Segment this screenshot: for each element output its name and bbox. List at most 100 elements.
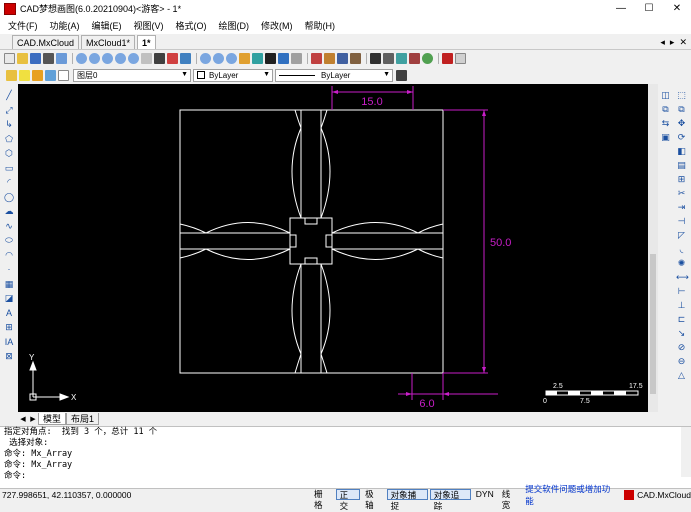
mirror-icon[interactable]: ⇆ — [660, 118, 671, 129]
layer-props-icon[interactable] — [6, 69, 17, 81]
stretch-icon[interactable]: ▤ — [676, 160, 687, 171]
command-prompt[interactable]: 命令: — [0, 471, 691, 482]
join-icon[interactable]: ⊢ — [676, 286, 687, 297]
tab-drawing-1[interactable]: 1* — [137, 35, 156, 49]
zoom-out-icon[interactable] — [102, 53, 113, 64]
tab-close-icon[interactable]: ✕ — [679, 37, 687, 48]
polyline-icon[interactable]: ⬡ — [4, 148, 15, 159]
leader-icon[interactable]: ↘ — [676, 328, 687, 339]
vertical-scrollbar[interactable] — [648, 84, 658, 412]
block-icon[interactable] — [311, 53, 322, 64]
menu-file[interactable]: 文件(F) — [8, 19, 38, 32]
maximize-button[interactable]: ☐ — [635, 0, 663, 17]
offset-icon[interactable]: ▣ — [660, 132, 671, 143]
pan-icon[interactable] — [141, 53, 152, 64]
revision-cloud-icon[interactable]: ☁ — [4, 206, 15, 217]
otrack-toggle[interactable]: 对象追踪 — [429, 489, 471, 511]
chamfer-icon[interactable]: ◸ — [676, 230, 687, 241]
save-icon[interactable] — [30, 53, 41, 64]
ortho-toggle[interactable]: 正交 — [335, 489, 361, 511]
tab-model[interactable]: 模型 — [38, 413, 67, 425]
undo-icon[interactable] — [370, 53, 381, 64]
layer-manager-icon[interactable] — [278, 53, 289, 64]
rotate-icon[interactable]: ⟳ — [676, 132, 687, 143]
region-icon[interactable]: ◪ — [4, 293, 15, 304]
tab-scroll-right-icon[interactable]: ▸ — [670, 37, 675, 48]
zoom-in-icon[interactable] — [89, 53, 100, 64]
triangle-icon[interactable]: △ — [676, 370, 687, 381]
regen-icon[interactable] — [180, 53, 191, 64]
tab-scroll-left-icon[interactable]: ◂ — [660, 37, 665, 48]
zoom-extents-icon[interactable] — [115, 53, 126, 64]
zoom-all-icon[interactable] — [213, 53, 224, 64]
arc-icon[interactable]: ◜ — [4, 177, 15, 188]
tab-mxcloud1[interactable]: MxCloud1* — [81, 35, 136, 49]
lightbulb-icon[interactable] — [19, 69, 30, 81]
no-icon[interactable]: ⊖ — [676, 356, 687, 367]
multiline-icon[interactable]: ↳ — [4, 119, 15, 130]
spline-icon[interactable]: ∿ — [4, 221, 15, 232]
zoom-realtime-icon[interactable] — [200, 53, 211, 64]
layout-next-icon[interactable]: ▶ — [28, 415, 38, 423]
layer-select[interactable]: 图层0 ▼ — [73, 68, 191, 82]
menu-view[interactable]: 视图(V) — [134, 19, 164, 32]
print-preview-icon[interactable] — [56, 53, 67, 64]
layout-prev-icon[interactable]: ◀ — [18, 415, 28, 423]
zoom-window-icon[interactable] — [76, 53, 87, 64]
open-folder-icon[interactable] — [17, 53, 28, 64]
ellipse-arc-icon[interactable]: ◠ — [4, 250, 15, 261]
align-icon[interactable]: ⊥ — [676, 300, 687, 311]
web-icon[interactable] — [422, 53, 433, 64]
select-icon[interactable]: ⬚ — [676, 90, 687, 101]
layer-color-icon[interactable] — [58, 69, 69, 81]
dimension-icon[interactable]: ⊏ — [676, 314, 687, 325]
pencil-icon[interactable] — [265, 53, 276, 64]
point-icon[interactable]: · — [4, 264, 15, 275]
cloud-icon[interactable] — [396, 53, 407, 64]
pdf-icon[interactable] — [442, 53, 453, 64]
polygon-icon[interactable]: ⬠ — [4, 134, 15, 145]
lineweight-icon[interactable] — [396, 69, 407, 81]
print-icon[interactable] — [43, 53, 54, 64]
feedback-link[interactable]: 提交软件问题或增加功能 — [525, 483, 616, 507]
redraw-icon[interactable] — [167, 53, 178, 64]
zoom-previous-icon[interactable] — [128, 53, 139, 64]
lengthen-icon[interactable]: ⟷ — [676, 272, 689, 283]
menu-help[interactable]: 帮助(H) — [305, 19, 336, 32]
measure-icon[interactable] — [252, 53, 263, 64]
polar-toggle[interactable]: 极轴 — [362, 489, 385, 510]
tab-layout1[interactable]: 布局1 — [66, 413, 100, 425]
explode-icon[interactable]: ✺ — [676, 258, 687, 269]
menu-modify[interactable]: 修改(M) — [261, 19, 293, 32]
construction-line-icon[interactable]: ⤢ — [4, 105, 15, 116]
minimize-button[interactable]: — — [607, 0, 635, 17]
grid-toggle[interactable]: 栅格 — [311, 489, 334, 510]
line-icon[interactable]: ╱ — [4, 90, 15, 101]
lock-icon[interactable] — [45, 69, 56, 81]
menu-format[interactable]: 格式(O) — [176, 19, 207, 32]
rectangle-icon[interactable]: ▭ — [4, 163, 15, 174]
properties-icon[interactable] — [291, 53, 302, 64]
move-icon[interactable]: ✥ — [676, 118, 687, 129]
command-window[interactable]: 指定对角点: 找到 3 个，总计 11 个 选择对象: 命令: Mx_Array… — [0, 426, 691, 488]
lineweight-toggle[interactable]: 线宽 — [499, 489, 522, 510]
tab-cad-mxcloud[interactable]: CAD.MxCloud — [12, 35, 80, 49]
settings-icon[interactable] — [409, 53, 420, 64]
scrollbar-thumb[interactable] — [650, 254, 656, 394]
mtext-icon[interactable]: IA — [4, 337, 15, 348]
menu-edit[interactable]: 编辑(E) — [92, 19, 122, 32]
menu-function[interactable]: 功能(A) — [50, 19, 80, 32]
osnap-toggle[interactable]: 对象捕捉 — [386, 489, 428, 511]
new-file-icon[interactable] — [4, 53, 15, 64]
zoom-center-icon[interactable] — [226, 53, 237, 64]
text-icon[interactable]: A — [4, 308, 15, 319]
export-icon[interactable] — [455, 53, 466, 64]
hatch-icon[interactable]: ▦ — [4, 279, 15, 290]
break-icon[interactable]: ⊣ — [676, 216, 687, 227]
drawing-canvas[interactable]: 15.0 50.0 6.0 Y X 2.5 17.5 0 7.5 — [18, 84, 658, 412]
image-icon[interactable] — [350, 53, 361, 64]
close-button[interactable]: ✕ — [663, 0, 691, 17]
array-icon[interactable]: ⊞ — [676, 174, 687, 185]
erase-icon[interactable]: ◫ — [660, 90, 671, 101]
hand-icon[interactable] — [154, 53, 165, 64]
